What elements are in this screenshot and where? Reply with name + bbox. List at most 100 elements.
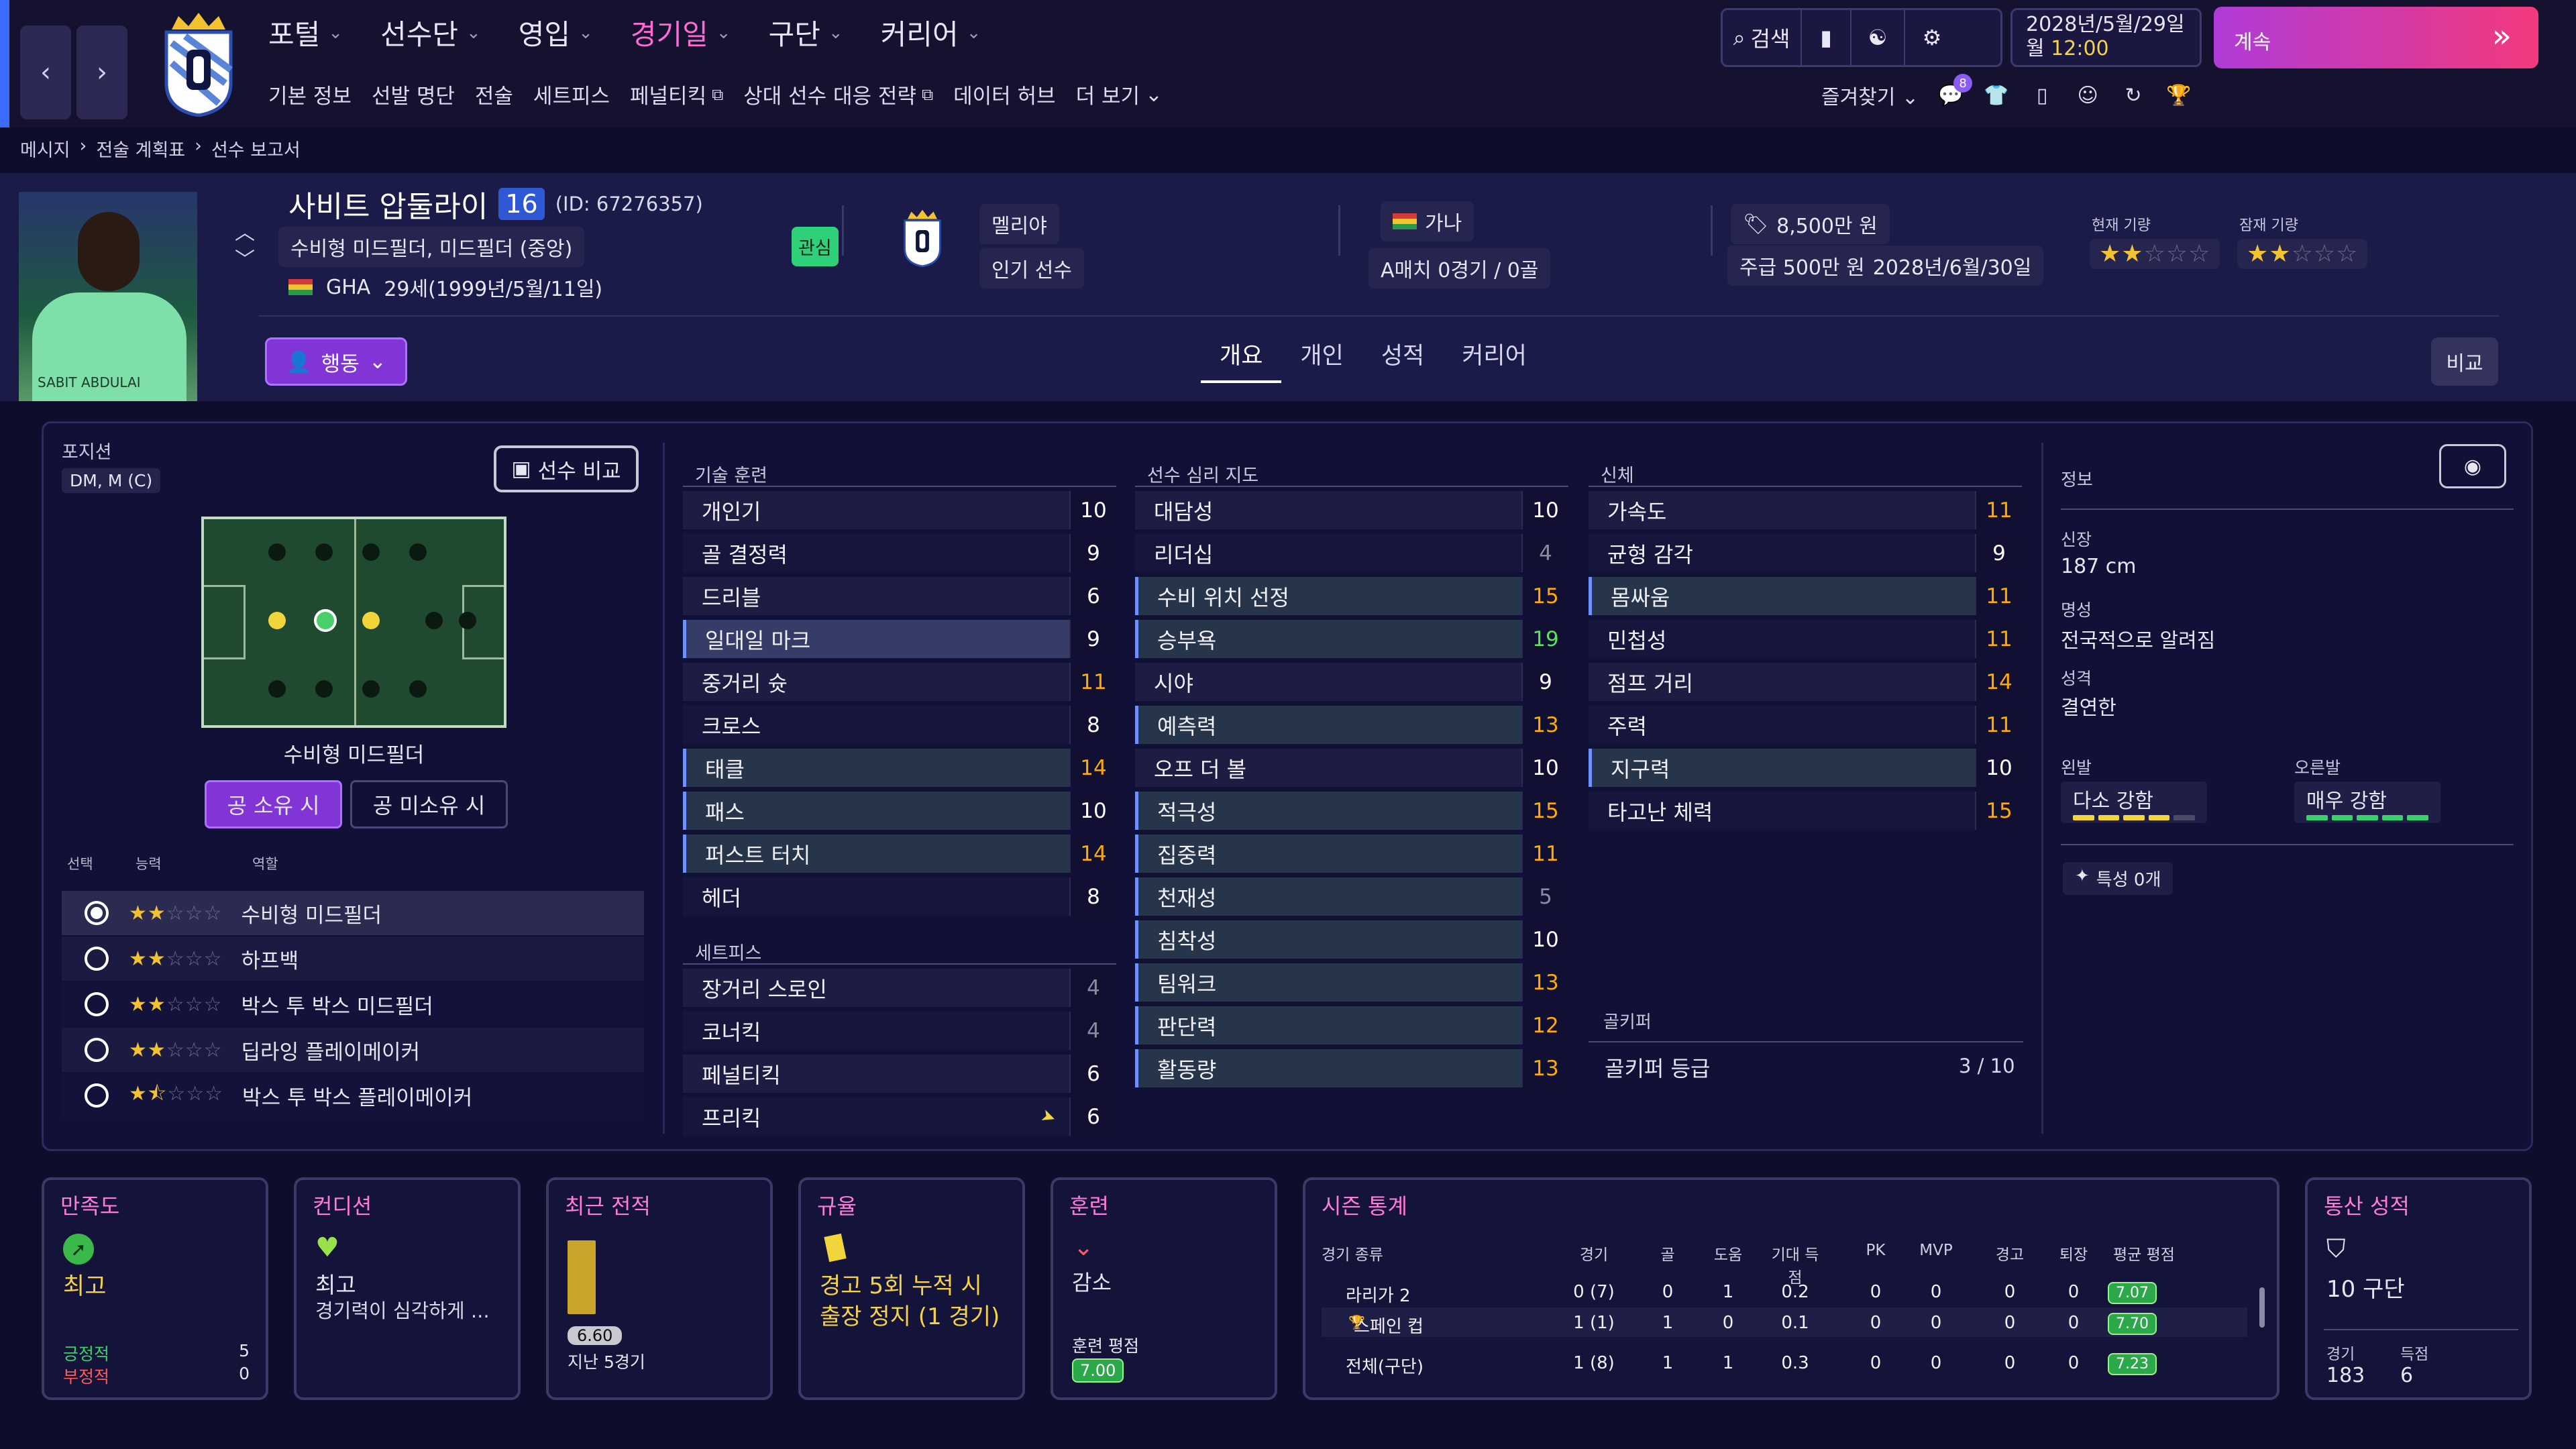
attribute-row[interactable]: 골 결정력 9 (683, 534, 1116, 572)
player-switcher[interactable]: ︿ ﹀ (235, 220, 255, 274)
main-nav-item[interactable]: 선수단 ⌄ (380, 12, 481, 53)
attribute-row[interactable]: 일대일 마크 9 (683, 620, 1116, 658)
attribute-row[interactable]: 시야 9 (1135, 663, 1568, 701)
search-button[interactable]: ⌕ 검색 (1723, 10, 1802, 65)
sub-nav-item[interactable]: 페널티킥 ⧉ (630, 79, 723, 109)
attribute-row[interactable]: 크로스 8 (683, 706, 1116, 744)
nation-pill[interactable]: 가나 (1381, 201, 1474, 241)
without-ball-tab[interactable]: 공 미소유 시 (350, 780, 508, 828)
attribute-row[interactable]: 장거리 스로인 4 (683, 969, 1116, 1007)
attribute-row[interactable]: 개인기 10 (683, 491, 1116, 529)
profile-tab[interactable]: 성적 (1362, 327, 1443, 383)
traits-button[interactable]: ✦ 특성 0개 (2063, 862, 2174, 895)
attribute-row[interactable]: 퍼스트 터치 14 (683, 835, 1116, 873)
with-ball-tab[interactable]: 공 소유 시 (205, 780, 342, 828)
shirt-icon[interactable]: 👕 (1983, 82, 2010, 109)
attribute-row[interactable]: 프리킥 ➤ 6 (683, 1097, 1116, 1136)
attribute-row[interactable]: 활동량 13 (1135, 1049, 1568, 1087)
staff-icon[interactable]: ☺ (2074, 82, 2101, 109)
attribute-row[interactable]: 점프 거리 14 (1589, 663, 2022, 701)
attribute-row[interactable]: 헤더 8 (683, 877, 1116, 916)
condition-card[interactable]: 컨디션 ♥ 최고 경기력이 심각하게 ... (294, 1177, 521, 1400)
sub-nav-item[interactable]: 상대 선수 대응 전략 ⧉ (743, 79, 933, 109)
compare-player-button[interactable]: ▣ 선수 비교 (494, 445, 639, 492)
attribute-row[interactable]: 코너킥 4 (683, 1012, 1116, 1050)
interest-toggle[interactable]: 관심 (792, 227, 839, 266)
attribute-row[interactable]: 침착성 10 (1135, 920, 1568, 959)
club-name[interactable]: 멜리야 (979, 204, 1059, 244)
breadcrumb-item[interactable]: 전술 계획표 (96, 136, 185, 162)
attribute-row[interactable]: 천재성 5 (1135, 877, 1568, 916)
sub-nav-item[interactable]: 세트피스 (533, 79, 610, 109)
action-button[interactable]: 👤 행동 ⌄ (265, 337, 407, 386)
profile-tab[interactable]: 커리어 (1443, 327, 1546, 383)
attribute-row[interactable]: 드리블 6 (683, 577, 1116, 615)
attribute-row[interactable]: 리더십 4 (1135, 534, 1568, 572)
attribute-row[interactable]: 주력 11 (1589, 706, 2022, 744)
main-nav-item[interactable]: 구단 ⌄ (769, 12, 843, 53)
trophy-icon[interactable]: 🏆 (2165, 82, 2192, 109)
attribute-row[interactable]: 균형 감각 9 (1589, 534, 2022, 572)
info-settings-button[interactable]: ◉ (2439, 444, 2506, 488)
attribute-row[interactable]: 팀워크 13 (1135, 963, 1568, 1002)
sub-nav-item[interactable]: 선발 명단 (372, 79, 455, 109)
attribute-row[interactable]: 중거리 슛 11 (683, 663, 1116, 701)
forward-button[interactable]: › (76, 25, 127, 119)
form-card[interactable]: 최근 전적 6.60 지난 5경기 (546, 1177, 773, 1400)
sub-nav-item[interactable]: 더 보기 ⌄ (1076, 79, 1163, 109)
radio-button[interactable] (85, 1083, 109, 1108)
radio-button[interactable] (85, 1038, 109, 1062)
morale-card[interactable]: 만족도 ➚ 최고 긍정적 5 부정적 0 (42, 1177, 268, 1400)
scout-button[interactable]: ☯ (1851, 10, 1905, 65)
main-nav-item[interactable]: 경기일 ⌄ (631, 12, 731, 53)
club-crest-icon[interactable] (158, 9, 239, 117)
radio-button[interactable] (85, 992, 109, 1016)
radio-button[interactable] (85, 947, 109, 971)
attribute-row[interactable]: 페널티킥 6 (683, 1055, 1116, 1093)
role-row[interactable]: ★★☆☆☆ 딥라잉 플레이메이커 (62, 1028, 644, 1072)
chevron-up-icon[interactable]: ︿ (235, 220, 255, 247)
role-row[interactable]: ★★☆☆☆ 수비형 미드필더 (62, 891, 644, 935)
training-card[interactable]: 훈련 ⌄ 감소 훈련 평점 7.00 (1051, 1177, 1277, 1400)
compare-button[interactable]: 비교 (2431, 337, 2498, 386)
main-nav-item[interactable]: 영입 ⌄ (519, 12, 593, 53)
career-card[interactable]: 통산 성적 ⛉ 10 구단 경기 득점 183 6 (2305, 1177, 2532, 1400)
card-icon[interactable]: ▯ (2029, 82, 2055, 109)
attribute-row[interactable]: 태클 14 (683, 749, 1116, 787)
profile-tab[interactable]: 개요 (1201, 327, 1282, 383)
date-display[interactable]: 2028년/5월/29일 월 12:00 (2010, 8, 2202, 67)
season-stats-card[interactable]: 시즌 통계 경기 종류 경기 골 도움 기대 득점 PK MVP 경고 퇴장 평균 평점 라리가 2… (1303, 1177, 2279, 1400)
profile-tab[interactable]: 개인 (1281, 327, 1362, 383)
attribute-row[interactable]: 예측력 13 (1135, 706, 1568, 744)
main-nav-item[interactable]: 포털 ⌄ (268, 12, 343, 53)
club-crest-icon[interactable] (900, 207, 945, 268)
attribute-row[interactable]: 승부욕 19 (1135, 620, 1568, 658)
bookmark-button[interactable]: ▮ (1802, 10, 1851, 65)
continue-button[interactable]: 계속 » (2214, 7, 2538, 68)
attribute-row[interactable]: 적극성 15 (1135, 792, 1568, 830)
refresh-icon[interactable]: ↻ (2120, 82, 2147, 109)
chevron-down-icon[interactable]: ﹀ (235, 247, 255, 274)
sub-nav-item[interactable]: 전술 (475, 79, 513, 109)
role-row[interactable]: ★★☆☆☆ 하프백 (62, 936, 644, 981)
attribute-row[interactable]: 판단력 12 (1135, 1006, 1568, 1044)
attribute-row[interactable]: 오프 더 볼 10 (1135, 749, 1568, 787)
back-button[interactable]: ‹ (20, 25, 71, 119)
attribute-row[interactable]: 집중력 11 (1135, 835, 1568, 873)
sub-nav-item[interactable]: 데이터 허브 (953, 79, 1055, 109)
scrollbar[interactable] (2259, 1287, 2265, 1328)
settings-button[interactable]: ⚙ (1905, 10, 1959, 65)
attribute-row[interactable]: 가속도 11 (1589, 491, 2022, 529)
attribute-row[interactable]: 타고난 체력 15 (1589, 792, 2022, 830)
discipline-card[interactable]: 규율 경고 5회 누적 시 출장 정지 (1 경기) (798, 1177, 1025, 1400)
role-row[interactable]: ★⯪☆☆☆ 박스 투 박스 플레이메이커 (62, 1073, 644, 1118)
inbox-icon[interactable]: 💬 8 (1937, 74, 1973, 109)
favorites-dropdown[interactable]: 즐겨찾기 ⌄ (1821, 80, 1919, 110)
breadcrumb-item[interactable]: 메시지 (20, 136, 70, 162)
sub-nav-item[interactable]: 기본 정보 (268, 79, 352, 109)
role-row[interactable]: ★★☆☆☆ 박스 투 박스 미드필더 (62, 982, 644, 1026)
radio-button[interactable] (85, 901, 109, 925)
attribute-row[interactable]: 지구력 10 (1589, 749, 2022, 787)
attribute-row[interactable]: 몸싸움 11 (1589, 577, 2022, 615)
attribute-row[interactable]: 패스 10 (683, 792, 1116, 830)
